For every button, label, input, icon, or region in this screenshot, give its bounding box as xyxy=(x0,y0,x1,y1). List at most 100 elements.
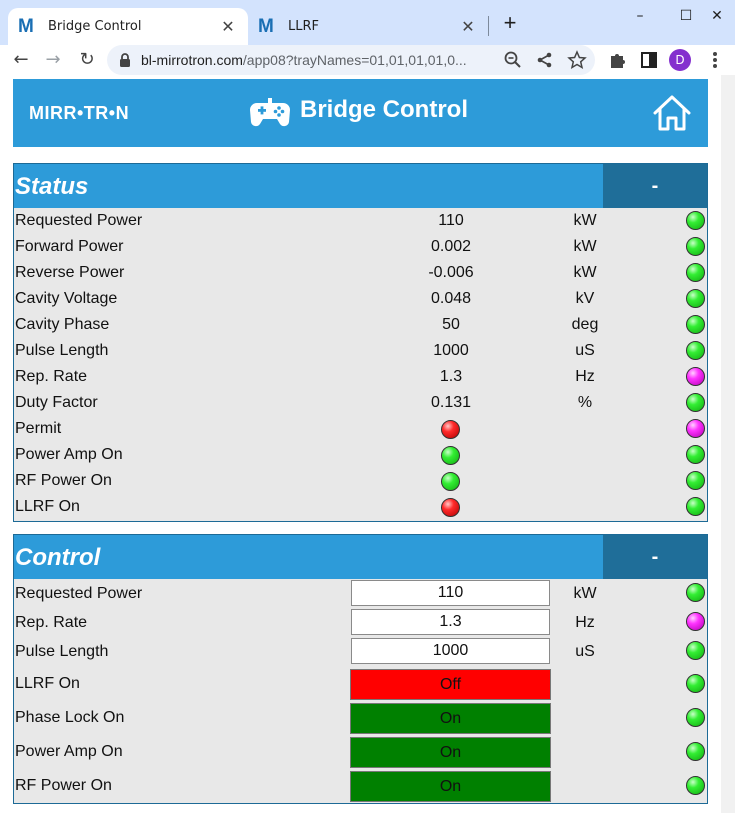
status-panel-header: Status - xyxy=(14,164,707,208)
status-led-icon xyxy=(686,211,705,230)
back-arrow-icon[interactable]: ← xyxy=(9,48,33,72)
zoom-out-icon[interactable] xyxy=(503,50,523,70)
status-value: -0.006 xyxy=(428,264,474,281)
address-bar[interactable]: bl-mirrotron.com/app08?trayNames=01,01,0… xyxy=(107,45,595,75)
status-value: 110 xyxy=(438,212,464,229)
control-unit: Hz xyxy=(575,614,595,631)
control-label: Pulse Length xyxy=(15,643,109,660)
close-tab-icon[interactable]: ✕ xyxy=(216,17,240,36)
status-value: 0.048 xyxy=(430,290,472,307)
new-tab-button[interactable]: + xyxy=(497,11,523,37)
rep-rate-input[interactable] xyxy=(351,609,550,635)
status-label: LLRF On xyxy=(15,498,80,515)
status-label: Pulse Length xyxy=(15,342,109,359)
status-unit: deg xyxy=(571,316,599,333)
tab-bridge-control[interactable]: M Bridge Control ✕ xyxy=(8,8,248,45)
side-panel-icon[interactable] xyxy=(637,48,661,72)
reload-icon[interactable]: ↻ xyxy=(75,48,99,72)
page-viewport: MIRR•TR•N Bridge Control Status - Reques… xyxy=(0,75,735,813)
power-amp-on-toggle-button[interactable]: On xyxy=(350,737,551,768)
state-indicator-led-icon xyxy=(441,446,460,465)
close-tab-icon[interactable]: ✕ xyxy=(456,17,480,36)
control-led-icon xyxy=(686,641,705,660)
status-label: Requested Power xyxy=(15,212,143,229)
close-window-button[interactable]: ✕ xyxy=(702,8,732,30)
status-led-icon xyxy=(686,497,705,516)
browser-toolbar: ← → ↻ bl-mirrotron.com/app08?trayNames=0… xyxy=(0,45,735,75)
status-label: Reverse Power xyxy=(15,264,125,281)
control-row-requested-power: Requested Power kW xyxy=(14,579,707,608)
control-label: RF Power On xyxy=(15,777,112,794)
status-collapse-button[interactable]: - xyxy=(603,164,707,208)
status-panel-title: Status xyxy=(15,173,89,200)
status-led-icon xyxy=(686,393,705,412)
status-row-cavity-phase: Cavity Phase 50 deg xyxy=(14,312,707,338)
puzzle-icon[interactable] xyxy=(605,48,629,72)
star-icon[interactable] xyxy=(567,50,587,70)
control-led-icon xyxy=(686,776,705,795)
status-row-llrf-on: LLRF On xyxy=(14,494,707,520)
minimize-button[interactable]: – xyxy=(625,8,655,30)
requested-power-input[interactable] xyxy=(351,580,550,606)
status-row-rep-rate: Rep. Rate 1.3 Hz xyxy=(14,364,707,390)
control-row-power-amp-on: Power Amp On On xyxy=(14,734,707,768)
status-label: Power Amp On xyxy=(15,446,123,463)
control-unit: uS xyxy=(575,643,595,660)
status-unit: kW xyxy=(573,212,597,229)
control-label: LLRF On xyxy=(15,675,80,692)
scrollbar[interactable] xyxy=(721,75,735,813)
status-label: Cavity Voltage xyxy=(15,290,118,307)
status-led-icon xyxy=(686,367,705,386)
browser-tab-strip: M Bridge Control ✕ M LLRF ✕ + – ☐ ✕ xyxy=(0,0,735,45)
status-led-icon xyxy=(686,341,705,360)
status-led-icon xyxy=(686,237,705,256)
mirrotron-favicon-icon: M xyxy=(18,15,34,37)
control-panel: Control - Requested Power kW Rep. Rate Hz Pu… xyxy=(13,534,708,804)
status-label: Permit xyxy=(15,420,62,437)
status-unit: kW xyxy=(573,264,597,281)
status-unit: Hz xyxy=(575,368,595,385)
control-collapse-button[interactable]: - xyxy=(603,535,707,579)
status-row-permit: Permit xyxy=(14,416,707,442)
status-row-reverse-power: Reverse Power -0.006 kW xyxy=(14,260,707,286)
kebab-menu-icon[interactable] xyxy=(703,48,727,72)
status-row-rf-power-on: RF Power On xyxy=(14,468,707,494)
url-text: bl-mirrotron.com/app08?trayNames=01,01,0… xyxy=(141,52,467,68)
control-rows: Requested Power kW Rep. Rate Hz Pulse Length… xyxy=(14,579,707,802)
home-icon[interactable] xyxy=(651,92,693,134)
llrf-on-toggle-button[interactable]: Off xyxy=(350,669,551,700)
status-rows: Requested Power 110 kW Forward Power 0.002 kW… xyxy=(14,208,707,520)
control-led-icon xyxy=(686,674,705,693)
control-row-rep-rate: Rep. Rate Hz xyxy=(14,608,707,637)
forward-arrow-icon[interactable]: → xyxy=(41,48,65,72)
control-row-llrf-on: LLRF On Off xyxy=(14,666,707,700)
status-value: 1.3 xyxy=(439,368,463,385)
control-led-icon xyxy=(686,742,705,761)
control-unit: kW xyxy=(573,585,597,602)
profile-avatar[interactable]: D xyxy=(669,49,691,71)
tab-llrf[interactable]: M LLRF ✕ xyxy=(248,8,488,45)
status-value: 1000 xyxy=(433,342,469,359)
phase-lock-on-toggle-button[interactable]: On xyxy=(350,703,551,734)
gamepad-icon xyxy=(250,98,290,127)
status-label: Rep. Rate xyxy=(15,368,88,385)
share-icon[interactable] xyxy=(535,50,555,70)
rf-power-on-toggle-button[interactable]: On xyxy=(350,771,551,802)
status-row-pulse-length: Pulse Length 1000 uS xyxy=(14,338,707,364)
control-label: Power Amp On xyxy=(15,743,123,760)
lock-icon xyxy=(120,53,130,67)
status-value: 0.002 xyxy=(430,238,472,255)
control-row-phase-lock-on: Phase Lock On On xyxy=(14,700,707,734)
pulse-length-input[interactable] xyxy=(351,638,550,664)
status-led-icon xyxy=(686,471,705,490)
status-value: 50 xyxy=(442,316,460,333)
status-led-icon xyxy=(686,315,705,334)
control-led-icon xyxy=(686,612,705,631)
control-panel-header: Control - xyxy=(14,535,707,579)
status-row-power-amp-on: Power Amp On xyxy=(14,442,707,468)
status-label: Cavity Phase xyxy=(15,316,110,333)
control-led-icon xyxy=(686,583,705,602)
status-row-duty-factor: Duty Factor 0.131% xyxy=(14,390,707,416)
maximize-button[interactable]: ☐ xyxy=(671,8,701,30)
status-row-cavity-voltage: Cavity Voltage 0.048 kV xyxy=(14,286,707,312)
